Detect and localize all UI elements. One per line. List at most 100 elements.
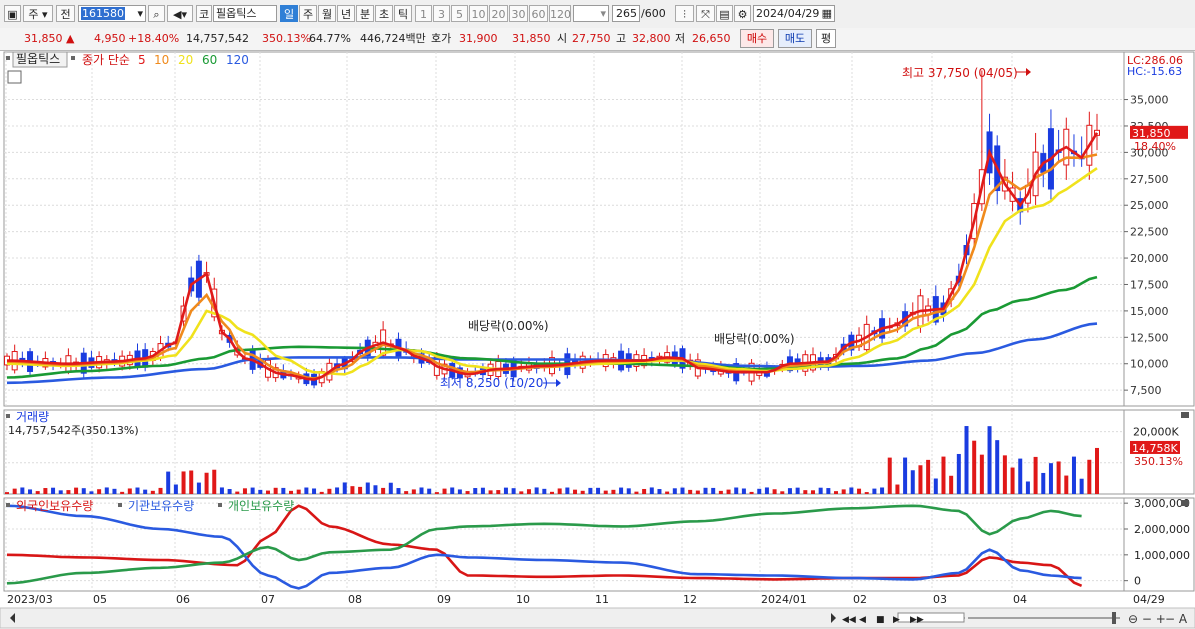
volume-bar — [895, 484, 900, 494]
chevron-down-icon: ▾ — [600, 7, 606, 20]
open-label: 시 — [557, 32, 568, 45]
window-icon[interactable]: ▣ — [4, 5, 21, 22]
volume-bar — [97, 489, 102, 494]
interval-30[interactable]: 30 — [509, 5, 528, 22]
volume-bar — [626, 488, 631, 494]
main-toolbar: ▣ 주 ▾ 전 161580 ▾ ⌕ ◀▾ 코 필옵틱스 ▾ 265 /600 ⫶… — [0, 0, 1195, 29]
sell-button[interactable]: 매도 — [778, 29, 812, 48]
candle-type-icon[interactable]: ⫶ — [675, 5, 694, 22]
volume-bar — [949, 475, 954, 494]
volume-bar — [51, 487, 56, 494]
volume-bar — [74, 487, 79, 494]
volume-bar — [741, 488, 746, 494]
save-icon[interactable]: ▤ — [716, 5, 733, 22]
volume-bar — [979, 454, 984, 494]
open-price: 27,750 — [572, 32, 611, 45]
price-change: 4,950 — [94, 32, 126, 45]
volume-bar — [158, 487, 163, 494]
buy-button[interactable]: 매수 — [740, 29, 774, 48]
ma-legend-120: 120 — [226, 53, 249, 67]
y-tick-label: 12,500 — [1130, 331, 1169, 344]
interval-input[interactable]: ▾ — [573, 5, 609, 22]
count-max: /600 — [641, 7, 666, 20]
volume-bar — [227, 489, 232, 494]
prev-button[interactable]: 전 — [56, 5, 75, 22]
period-select[interactable]: 주 ▾ — [23, 5, 53, 22]
count-input[interactable]: 265 — [612, 5, 640, 22]
volume-bar — [442, 488, 447, 494]
timeframe-2[interactable]: 월 — [318, 5, 336, 22]
volume-bar — [841, 489, 846, 494]
vol-last-tag: 14,758K — [1132, 442, 1178, 455]
hold-tick-label: 2,000,000 — [1134, 523, 1190, 536]
market-badge: 코 — [196, 5, 212, 22]
range-slider-handle[interactable] — [1112, 612, 1116, 624]
timeframe-5[interactable]: 초 — [375, 5, 393, 22]
volume-bar — [5, 492, 9, 494]
volume-bar — [550, 491, 554, 494]
volume-bar — [358, 486, 363, 494]
settings-icon[interactable]: ⚙ — [734, 5, 751, 22]
volume-bar — [1041, 472, 1046, 494]
zoom-slider-thumb[interactable] — [897, 612, 965, 623]
volume-bar — [304, 487, 309, 494]
y-tick-label: 20,000 — [1130, 252, 1169, 265]
stock-chart[interactable]: 2023/03 05 06 07 08 09 10 11 12 2024/01 02 03 04 04/2… — [0, 51, 1195, 629]
volume-bar — [143, 489, 148, 494]
timeframe-1[interactable]: 주 — [299, 5, 317, 22]
calendar-icon[interactable]: ▦ — [822, 6, 832, 21]
volume-bar — [1002, 455, 1007, 494]
volume-ratio: 350.13% — [262, 32, 311, 45]
interval-1[interactable]: 1 — [415, 5, 432, 22]
volume-bar — [910, 470, 915, 494]
period-label: 주 — [28, 8, 39, 21]
interval-60[interactable]: 60 — [529, 5, 548, 22]
volume-bar — [772, 489, 777, 494]
volume-bar — [327, 488, 332, 494]
volume-bar — [127, 488, 132, 494]
volume-bar — [43, 488, 48, 494]
panel-close-icon[interactable] — [1181, 412, 1189, 418]
speaker-icon[interactable]: ◀▾ — [167, 5, 193, 22]
timeframe-4[interactable]: 분 — [356, 5, 374, 22]
dividend-label-2: 배당락(0.00%) — [714, 332, 795, 346]
volume-bar — [235, 491, 240, 494]
volume-bar — [857, 488, 862, 494]
high-label: 고 — [616, 32, 627, 45]
code-input[interactable]: 161580 ▾ — [78, 5, 146, 22]
timeframe-3[interactable]: 년 — [337, 5, 355, 22]
date-input[interactable]: 2024/04/29 ▦ — [753, 5, 835, 22]
volume-bar — [1095, 447, 1099, 494]
volume-bar — [903, 457, 908, 494]
volume-bar — [787, 488, 792, 494]
volume-value: 14,757,542 — [186, 32, 249, 45]
interval-120[interactable]: 120 — [549, 5, 571, 22]
volume-bar — [880, 487, 885, 494]
volume-bar — [780, 491, 785, 494]
volume-bar — [995, 440, 1000, 494]
interval-20[interactable]: 20 — [489, 5, 508, 22]
x-tick-label: 03 — [933, 593, 947, 606]
volume-bar — [342, 482, 347, 494]
volume-bar — [58, 490, 63, 494]
table-icon[interactable] — [7, 70, 22, 84]
interval-10[interactable]: 10 — [469, 5, 488, 22]
interval-3[interactable]: 3 — [433, 5, 450, 22]
volume-bar — [1033, 456, 1038, 494]
cross-icon[interactable]: ⤧ — [696, 5, 715, 22]
timeframe-0[interactable]: 일 — [280, 5, 298, 22]
volume-bar — [373, 485, 378, 494]
turnover-pct: 64.77% — [309, 32, 351, 45]
evaluate-button[interactable]: 평 — [816, 29, 836, 48]
volume-bar — [603, 490, 608, 494]
timeframe-6[interactable]: 틱 — [394, 5, 412, 22]
interval-5[interactable]: 5 — [451, 5, 468, 22]
x-tick-label: 04 — [1013, 593, 1027, 606]
volume-bar — [173, 484, 178, 494]
quote-bar: 31,850 ▲ 4,950 +18.40% 14,757,542 350.13… — [0, 28, 1195, 51]
stock-name-field[interactable]: 필옵틱스 — [213, 5, 277, 22]
volume-bar — [434, 492, 439, 494]
search-icon[interactable]: ⌕ — [148, 5, 165, 22]
panel-close-icon[interactable] — [1181, 500, 1189, 506]
volume-bar — [611, 489, 616, 494]
